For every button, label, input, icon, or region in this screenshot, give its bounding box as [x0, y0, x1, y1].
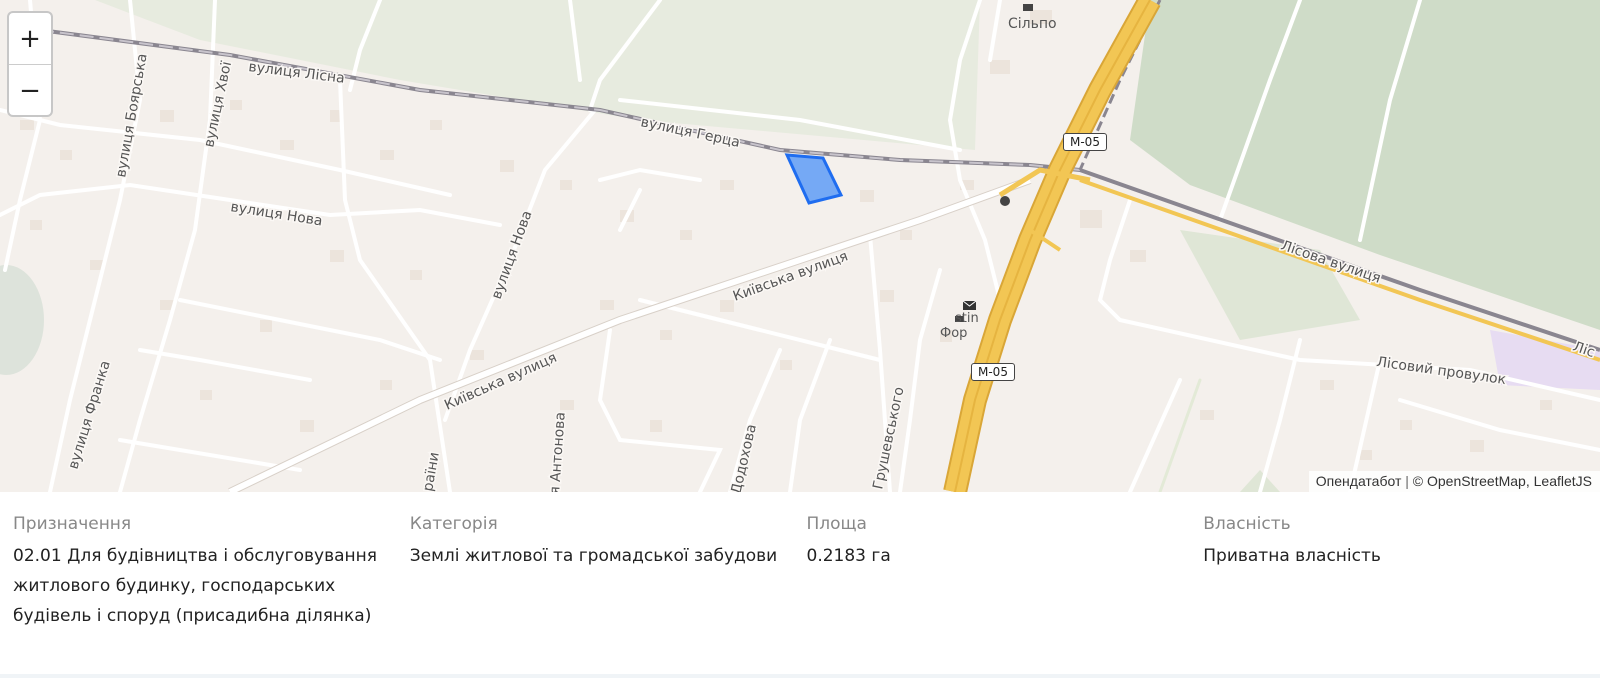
ownership-value: Приватна власність [1203, 546, 1381, 566]
purpose-section: Призначення 02.01 Для будівництва і обсл… [13, 514, 410, 674]
purpose-value: 02.01 Для будівництва і обслуговування ж… [13, 546, 377, 626]
poi-postal-partial: stin [955, 311, 979, 326]
zoom-out-button[interactable]: − [9, 65, 51, 115]
attribution-leaflet[interactable]: LeafletJS [1534, 473, 1592, 489]
map-view[interactable]: вулиця Лісна вулиця Герца вулиця Боярськ… [0, 0, 1600, 492]
attribution-source[interactable]: Опендатабот [1316, 473, 1402, 489]
shop-icon [1000, 196, 1010, 206]
area-section: Площа 0.2183 га [807, 514, 1204, 674]
mail-icon [962, 300, 977, 310]
category-section: Категорія Землі житлової та громадської … [410, 514, 807, 674]
category-label: Категорія [409, 514, 498, 534]
shield-m05-south: M-05 [971, 363, 1015, 381]
map-tiles[interactable]: вулиця Лісна вулиця Герца вулиця Боярськ… [0, 0, 1600, 492]
zoom-in-button[interactable]: + [9, 13, 51, 65]
area-value: 0.2183 га [806, 546, 891, 566]
poi-silpo: Сільпо [1008, 16, 1057, 32]
zoom-control: + − [7, 11, 53, 117]
category-value: Землі житлової та громадської забудови [409, 546, 778, 566]
poi-fora-partial: Фор [940, 326, 968, 341]
purpose-label: Призначення [13, 514, 132, 534]
ownership-section: Власність Приватна власність [1203, 514, 1600, 674]
shield-m05-north: M-05 [1063, 133, 1107, 151]
parcel-info: Призначення 02.01 Для будівництва і обсл… [0, 492, 1600, 678]
area-label: Площа [806, 514, 867, 534]
attribution-separator: | [1405, 473, 1409, 489]
attribution-osm[interactable]: © OpenStreetMap [1413, 473, 1526, 489]
map-attribution: Опендатабот | © OpenStreetMap, LeafletJS [1308, 471, 1600, 492]
cart-icon-silpo [1023, 4, 1033, 11]
ownership-label: Власність [1203, 514, 1291, 534]
